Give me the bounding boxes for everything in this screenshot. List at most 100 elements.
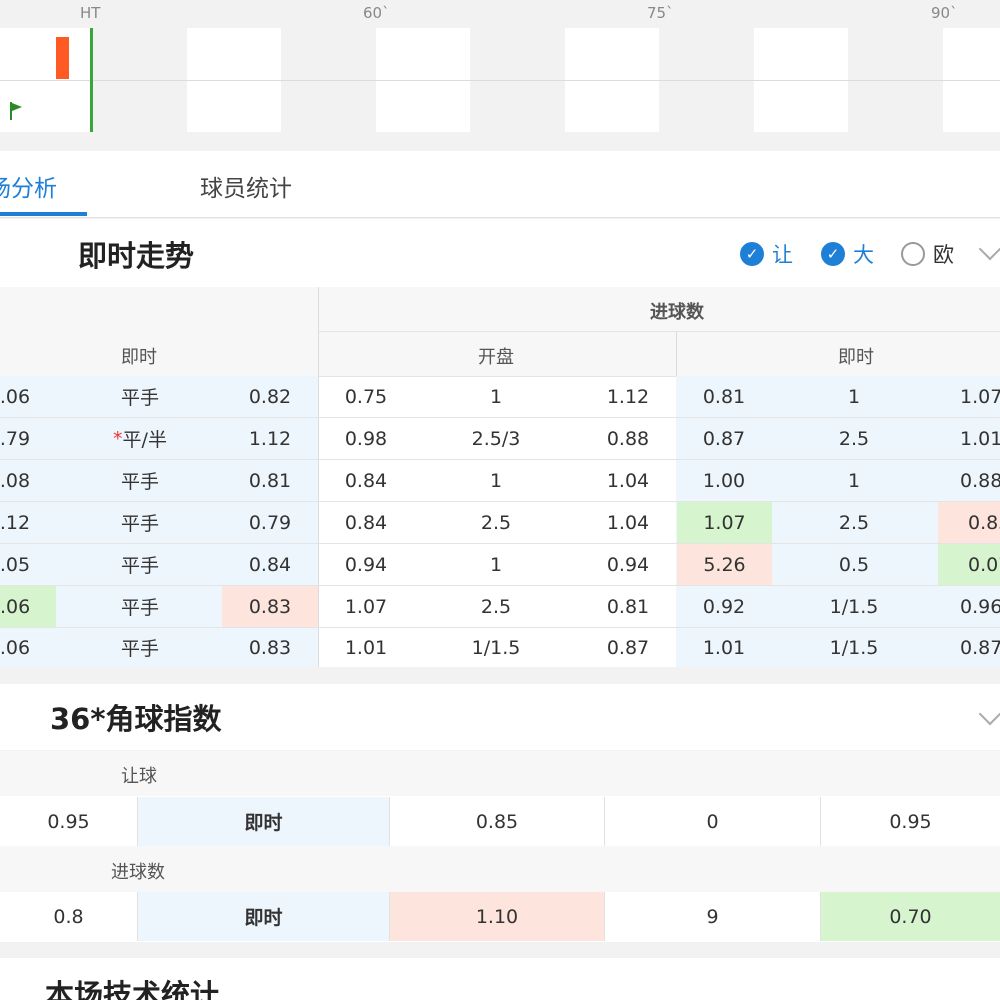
table-cell: 1 bbox=[489, 469, 503, 492]
corner-cell-live: 即时 bbox=[138, 892, 390, 941]
table-cell-down: 0.83 bbox=[222, 586, 318, 627]
goals-label: 进球数 bbox=[111, 862, 165, 883]
table-cell: 1.00 bbox=[702, 469, 746, 492]
table-cell: 1/1.5 bbox=[471, 636, 521, 659]
tab-player-stats[interactable]: 球员统计 bbox=[200, 169, 292, 203]
timeline-marker-60: 60` bbox=[363, 4, 390, 22]
header-right-live: 即时 bbox=[838, 347, 874, 368]
table-cell: 1.12 bbox=[606, 385, 650, 408]
table-cell: 平手 bbox=[120, 638, 159, 660]
red-card-icon bbox=[56, 37, 69, 79]
table-cell: 0.84 bbox=[344, 511, 388, 534]
table-cell: * 平/半 bbox=[113, 427, 167, 452]
table-cell: 0.96 bbox=[960, 595, 1000, 618]
match-timeline: HT 60` 75` 90` bbox=[0, 0, 1000, 140]
table-cell: .79 bbox=[0, 427, 31, 450]
table-cell: 0.84 bbox=[248, 553, 292, 576]
corner-cell-down: 1.10 bbox=[390, 892, 605, 941]
header-left-live: 即时 bbox=[121, 347, 157, 368]
chevron-down-icon[interactable] bbox=[978, 237, 1000, 261]
table-cell: 1.07 bbox=[344, 595, 388, 618]
option-label: 大 bbox=[853, 243, 874, 267]
table-cell: 2.5 bbox=[480, 511, 512, 534]
table-cell: 2.5 bbox=[480, 595, 512, 618]
table-cell: 平手 bbox=[120, 597, 159, 619]
corner-index-header: 36*角球指数 bbox=[0, 684, 1000, 750]
header-goals: 进球数 bbox=[650, 302, 704, 323]
analysis-tabs: 场分析 球员统计 bbox=[0, 151, 1000, 218]
table-cell: 0.92 bbox=[702, 595, 746, 618]
table-cell: 1.01 bbox=[960, 427, 1000, 450]
table-cell: 0.81 bbox=[248, 469, 292, 492]
table-cell: 1/1.5 bbox=[829, 636, 879, 659]
table-cell: 1.12 bbox=[248, 427, 292, 450]
table-cell-down: 0.83 bbox=[938, 502, 1000, 543]
corner-index-title: 36*角球指数 bbox=[50, 702, 222, 736]
table-cell: 1/1.5 bbox=[829, 595, 879, 618]
option-handicap[interactable]: ✓ 让 bbox=[740, 239, 793, 269]
table-cell: .06 bbox=[0, 385, 31, 408]
table-cell: 平手 bbox=[120, 555, 159, 577]
handicap-label: 让球 bbox=[121, 766, 157, 787]
table-cell: 0.87 bbox=[702, 427, 746, 450]
tab-match-analysis[interactable]: 场分析 bbox=[0, 169, 57, 203]
corner-cell-live: 即时 bbox=[138, 797, 390, 846]
table-cell: 1 bbox=[847, 385, 861, 408]
header-open: 开盘 bbox=[478, 347, 514, 368]
corner-cell: 9 bbox=[605, 892, 821, 941]
timeline-marker-75: 75` bbox=[647, 4, 674, 22]
table-cell: 0.87 bbox=[960, 636, 1000, 659]
table-cell: 0.98 bbox=[344, 427, 388, 450]
timeline-divider bbox=[0, 80, 1000, 81]
checkbox-unchecked-icon[interactable] bbox=[901, 242, 925, 266]
table-cell: 1.04 bbox=[606, 469, 650, 492]
table-cell: 1 bbox=[847, 469, 861, 492]
table-cell: 1 bbox=[489, 553, 503, 576]
option-over-under[interactable]: ✓ 大 bbox=[821, 239, 874, 269]
tech-stats-header: 本场技术统计 bbox=[0, 958, 1000, 1000]
corner-cell: 0.95 bbox=[0, 797, 138, 846]
corner-cell: 0.85 bbox=[390, 797, 605, 846]
table-cell: 2.5/3 bbox=[471, 427, 521, 450]
table-cell: 1.01 bbox=[702, 636, 746, 659]
corner-cell: 0 bbox=[605, 797, 821, 846]
table-cell: 0.5 bbox=[838, 553, 870, 576]
table-cell: 1 bbox=[489, 385, 503, 408]
checkbox-checked-icon[interactable]: ✓ bbox=[821, 242, 845, 266]
table-cell: 1.04 bbox=[606, 511, 650, 534]
table-cell: .05 bbox=[0, 553, 31, 576]
corner-cell-up: 0.70 bbox=[821, 892, 1000, 941]
corner-cell: 0.8 bbox=[0, 892, 138, 941]
corner-flag-icon bbox=[10, 102, 22, 120]
table-cell-up: .06 bbox=[0, 586, 56, 627]
table-cell: .08 bbox=[0, 469, 31, 492]
table-cell: 0.94 bbox=[606, 553, 650, 576]
halftime-line bbox=[90, 28, 93, 132]
timeline-marker-90: 90` bbox=[931, 4, 958, 22]
table-cell-up: 1.07 bbox=[677, 502, 772, 543]
table-cell: 1.01 bbox=[344, 636, 388, 659]
checkbox-checked-icon[interactable]: ✓ bbox=[740, 242, 764, 266]
table-cell: 0.87 bbox=[606, 636, 650, 659]
odds-table: 进球数 即时 开盘 即时 .06 平手 0.82 0.75 1 1.12 0.8… bbox=[0, 287, 1000, 667]
table-cell: 2.5 bbox=[838, 511, 870, 534]
timeline-marker-ht: HT bbox=[80, 4, 101, 22]
table-cell: 0.81 bbox=[702, 385, 746, 408]
star-marker: * bbox=[113, 427, 123, 450]
option-label: 欧 bbox=[933, 243, 954, 267]
corner-cell: 0.95 bbox=[889, 810, 932, 833]
table-cell: 0.79 bbox=[248, 511, 292, 534]
corner-index-table: 让球 0.95 即时 0.85 0 0.95 进球数 0.8 即时 1.10 9… bbox=[0, 751, 1000, 942]
table-cell: 0.83 bbox=[248, 636, 292, 659]
chevron-down-icon[interactable] bbox=[978, 702, 1000, 726]
table-cell: 2.5 bbox=[838, 427, 870, 450]
table-cell: 0.81 bbox=[606, 595, 650, 618]
table-cell: .06 bbox=[0, 636, 31, 659]
table-cell: 1.07 bbox=[960, 385, 1000, 408]
table-cell: .12 bbox=[0, 511, 31, 534]
tech-stats-title: 本场技术统计 bbox=[45, 978, 220, 1000]
table-cell: 0.88 bbox=[606, 427, 650, 450]
option-european[interactable]: 欧 bbox=[901, 239, 954, 269]
table-cell-up: 0.07 bbox=[938, 544, 1000, 585]
table-cell: 0.84 bbox=[344, 469, 388, 492]
